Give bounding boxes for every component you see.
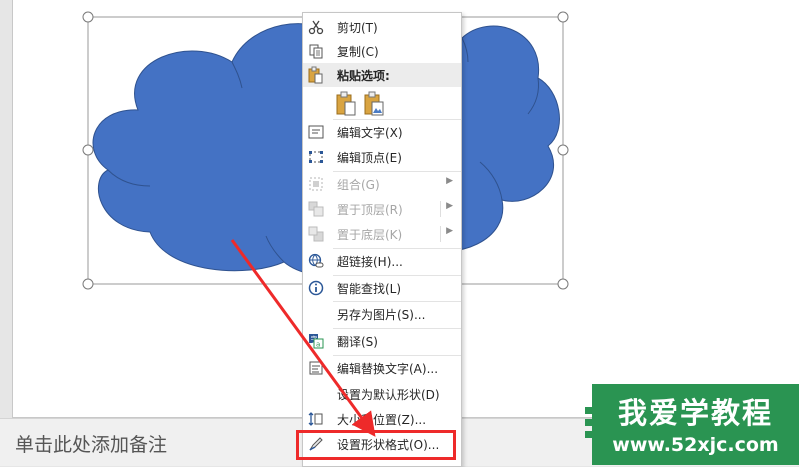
watermark-banner: 我爱学教程 www.52xjc.com [592,384,799,465]
watermark-title: 我爱学教程 [617,396,773,430]
watermark-url: www.52xjc.com [612,434,779,456]
annotation-arrow [230,239,376,437]
